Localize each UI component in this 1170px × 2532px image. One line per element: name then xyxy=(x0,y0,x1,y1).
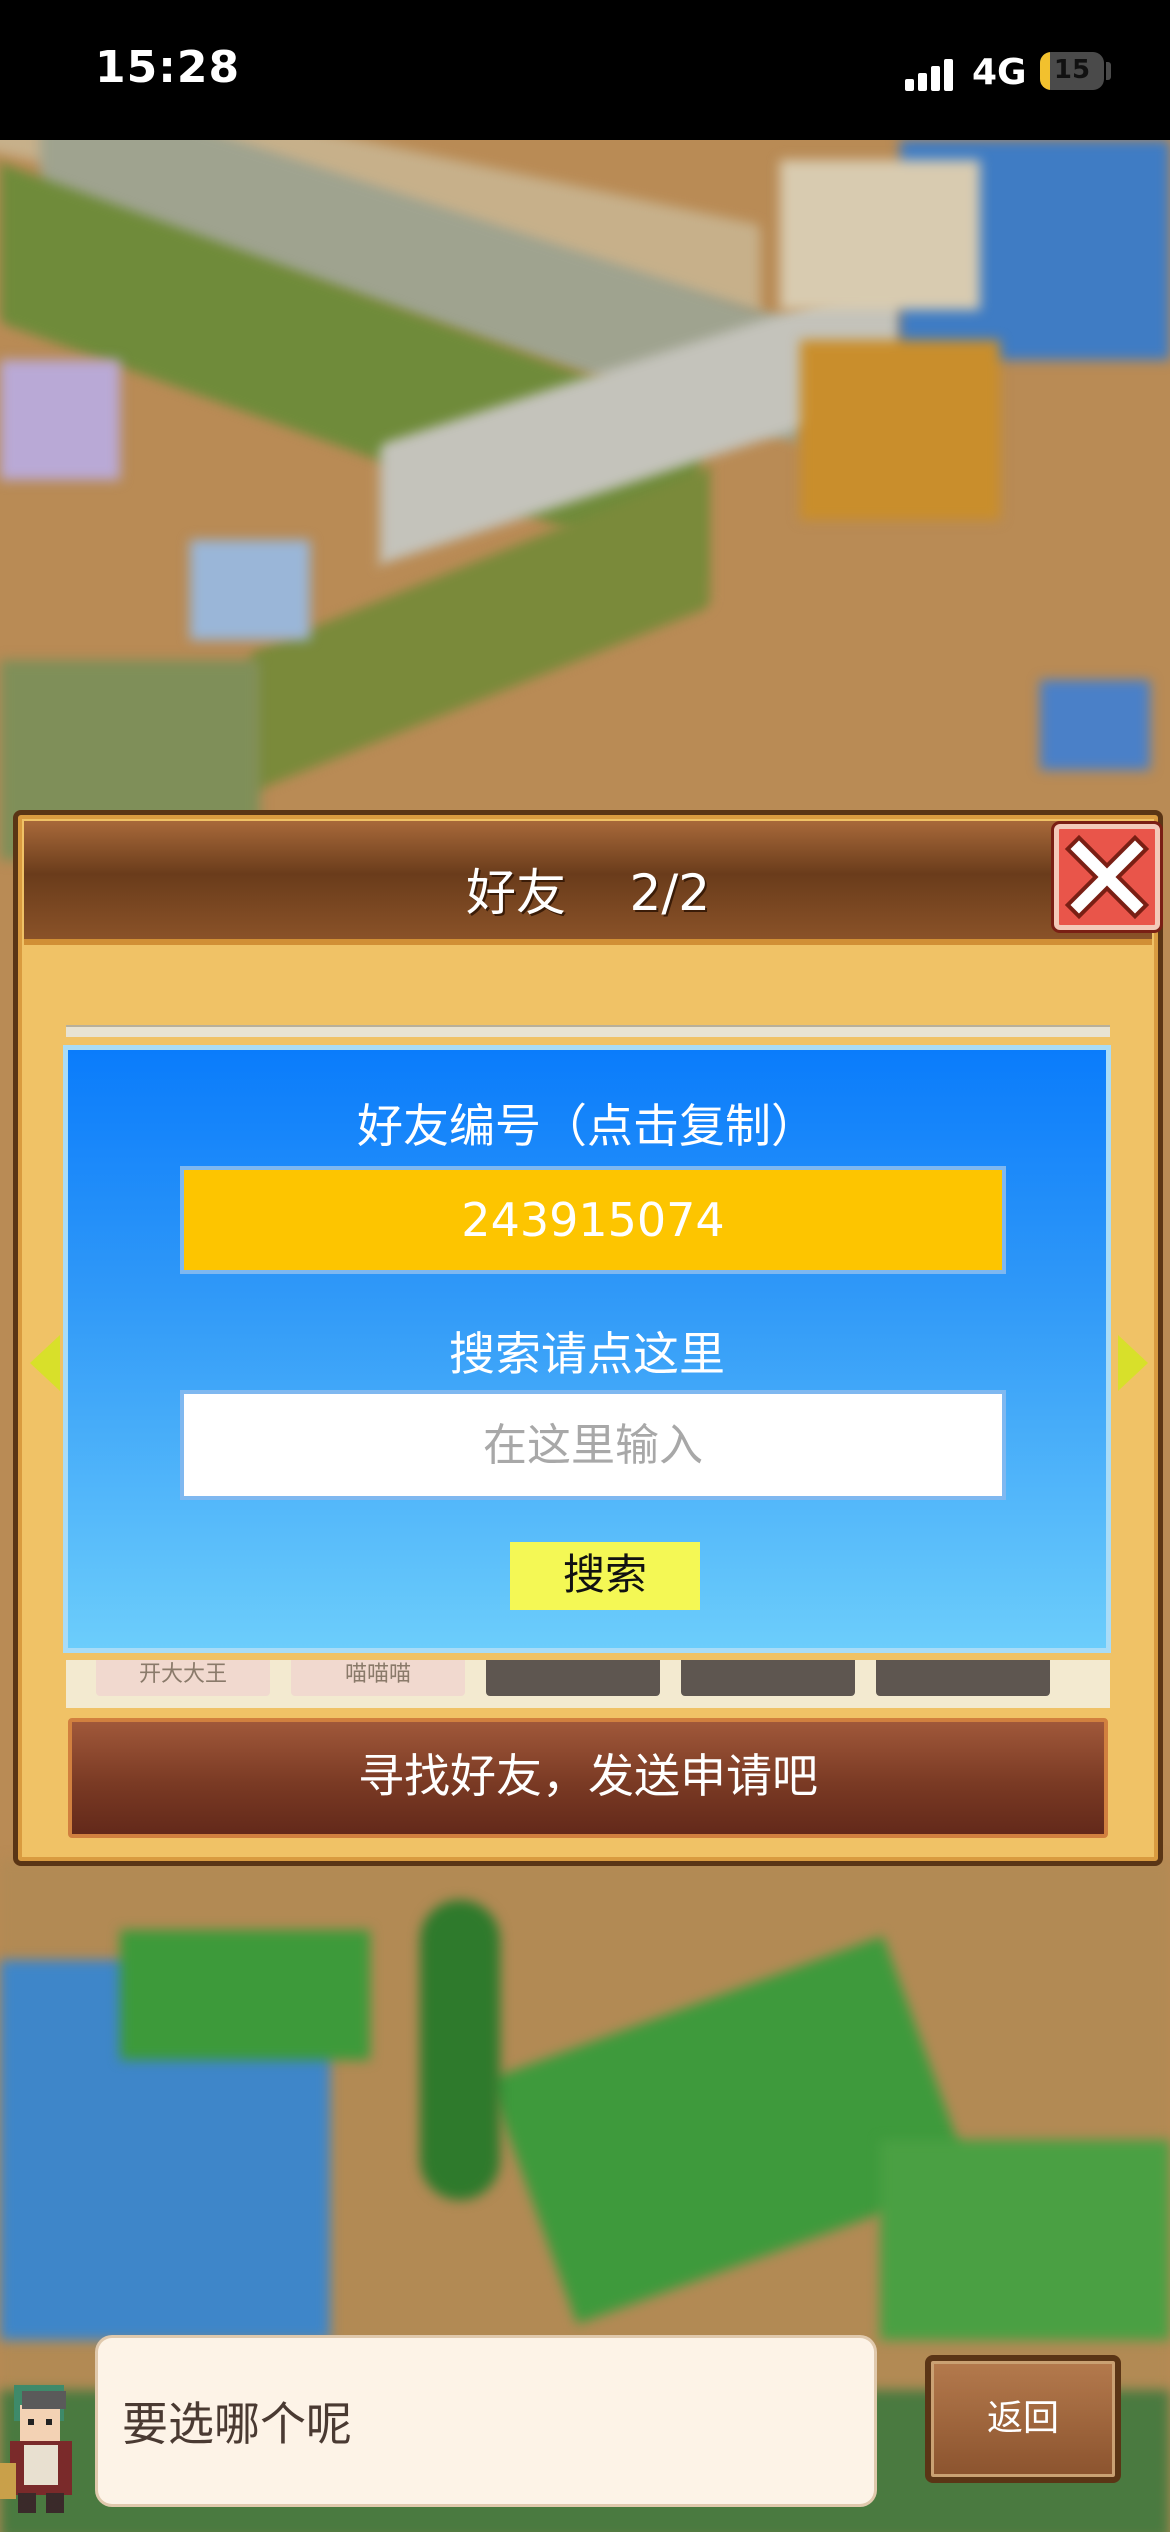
friend-list-strip: 开大大王 喵喵喵 xyxy=(66,1660,1110,1708)
battery-icon: 15 xyxy=(1040,52,1104,90)
dialog-header: 好友 2/2 xyxy=(24,821,1160,945)
back-button[interactable]: 返回 xyxy=(925,2355,1121,2483)
battery-level-text: 15 xyxy=(1053,55,1091,85)
search-label: 搜索请点这里 xyxy=(449,1327,725,1381)
close-button[interactable] xyxy=(1054,824,1160,930)
empty-slot xyxy=(876,1660,1050,1696)
signal-icon xyxy=(905,57,953,91)
status-time: 15:28 xyxy=(95,42,241,93)
speech-bubble: 要选哪个呢 xyxy=(98,2338,874,2504)
search-input[interactable] xyxy=(180,1390,1006,1500)
friends-dialog: 好友 2/2 开大大王 喵喵喵 好友编号（点击复制） 243915074 搜索请… xyxy=(13,810,1163,1866)
arrow-left-icon[interactable] xyxy=(30,1335,60,1391)
friend-slot-label: 开大大王 xyxy=(138,1662,227,1687)
search-button[interactable]: 搜索 xyxy=(510,1542,700,1610)
network-label: 4G xyxy=(972,52,1027,93)
friend-code-label: 好友编号（点击复制） xyxy=(357,1099,817,1153)
tab-strip xyxy=(66,1025,1110,1037)
friend-slot[interactable]: 开大大王 xyxy=(96,1660,270,1696)
close-icon xyxy=(1064,834,1150,920)
arrow-right-icon[interactable] xyxy=(1118,1335,1148,1391)
character-avatar xyxy=(0,2385,72,2513)
friend-code-copy-button[interactable]: 243915074 xyxy=(180,1166,1006,1274)
empty-slot xyxy=(486,1660,660,1696)
battery-cap xyxy=(1106,62,1111,80)
status-bar: 15:28 4G 15 xyxy=(0,0,1170,140)
find-friends-banner[interactable]: 寻找好友，发送申请吧 xyxy=(68,1718,1108,1838)
friend-slot[interactable]: 喵喵喵 xyxy=(291,1660,465,1696)
dialog-title: 好友 2/2 xyxy=(465,864,711,922)
friend-code-panel: 好友编号（点击复制） 243915074 搜索请点这里 搜索 xyxy=(63,1045,1111,1653)
friend-slot-label: 喵喵喵 xyxy=(344,1662,411,1687)
speech-text: 要选哪个呢 xyxy=(122,2397,352,2451)
empty-slot xyxy=(681,1660,855,1696)
